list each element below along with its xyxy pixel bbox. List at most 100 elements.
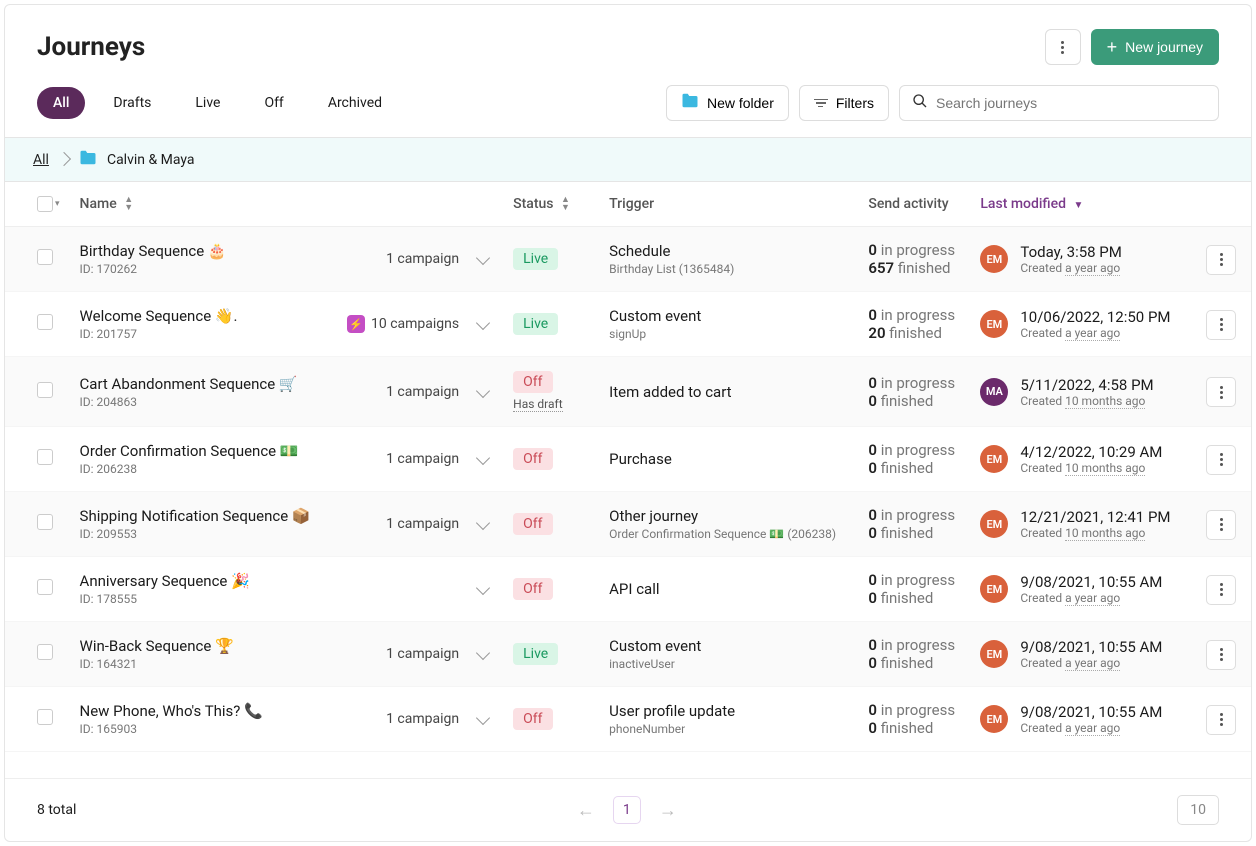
- row-checkbox[interactable]: [37, 709, 53, 725]
- chevron-down-icon[interactable]: [476, 646, 490, 660]
- status-badge: Live: [513, 313, 558, 335]
- row-menu-button[interactable]: [1206, 377, 1236, 407]
- tab-drafts[interactable]: Drafts: [97, 87, 167, 119]
- row-checkbox[interactable]: [37, 644, 53, 660]
- page-next-button[interactable]: →: [659, 800, 677, 821]
- more-vertical-icon: [1220, 713, 1223, 726]
- new-folder-button[interactable]: New folder: [666, 85, 789, 121]
- avatar: EM: [980, 445, 1008, 473]
- table-row[interactable]: Birthday Sequence 🎂 ID: 170262 1 campaig…: [5, 227, 1251, 292]
- campaign-count: 1 campaign: [386, 516, 459, 532]
- journey-id: ID: 209553: [80, 527, 324, 541]
- in-progress-count: 0: [868, 636, 877, 654]
- row-checkbox[interactable]: [37, 514, 53, 530]
- row-checkbox[interactable]: [37, 249, 53, 265]
- chevron-down-icon[interactable]: [476, 581, 490, 595]
- table-row[interactable]: Cart Abandonment Sequence 🛒 ID: 204863 1…: [5, 357, 1251, 427]
- row-checkbox[interactable]: [37, 449, 53, 465]
- search-input[interactable]: [936, 95, 1206, 111]
- more-vertical-icon: [1220, 386, 1223, 399]
- campaign-count: 1 campaign: [386, 711, 459, 727]
- trigger-detail: inactiveUser: [609, 657, 848, 671]
- filters-label: Filters: [836, 95, 874, 111]
- total-count: 8 total: [37, 802, 76, 818]
- trigger-type: Purchase: [609, 450, 848, 468]
- table-row[interactable]: Win-Back Sequence 🏆 ID: 164321 1 campaig…: [5, 622, 1251, 687]
- tab-off[interactable]: Off: [248, 87, 299, 119]
- search-container: [899, 85, 1219, 121]
- finished-count: 0: [868, 459, 877, 477]
- filter-icon: [814, 99, 828, 108]
- more-vertical-icon: [1061, 41, 1064, 54]
- finished-count: 20: [868, 324, 885, 342]
- modified-date: 10/06/2022, 12:50 PM: [1020, 308, 1170, 326]
- chevron-down-icon[interactable]: [476, 451, 490, 465]
- chevron-down-icon[interactable]: ▾: [55, 199, 60, 209]
- created-ago: 10 months ago: [1065, 526, 1145, 541]
- tab-archived[interactable]: Archived: [312, 87, 398, 119]
- journey-id: ID: 206238: [80, 462, 324, 476]
- more-vertical-icon: [1220, 453, 1223, 466]
- tab-live[interactable]: Live: [179, 87, 236, 119]
- table-row[interactable]: Order Confirmation Sequence 💵 ID: 206238…: [5, 427, 1251, 492]
- table-row[interactable]: Anniversary Sequence 🎉 ID: 178555 Off AP…: [5, 557, 1251, 622]
- row-menu-button[interactable]: [1206, 640, 1236, 670]
- journey-name: Welcome Sequence 👋.: [80, 307, 324, 325]
- row-checkbox[interactable]: [37, 314, 53, 330]
- sort-icon: ▲▼: [561, 196, 570, 212]
- avatar: EM: [980, 310, 1008, 338]
- trigger-type: Custom event: [609, 637, 848, 655]
- row-menu-button[interactable]: [1206, 245, 1236, 275]
- more-actions-button[interactable]: [1045, 29, 1081, 65]
- select-all-checkbox[interactable]: [37, 196, 53, 212]
- column-status[interactable]: Status ▲▼: [503, 182, 599, 227]
- row-checkbox[interactable]: [37, 579, 53, 595]
- page-number[interactable]: 1: [613, 796, 641, 824]
- table-row[interactable]: Welcome Sequence 👋. ID: 201757 ⚡ 10 camp…: [5, 292, 1251, 357]
- journey-name: Order Confirmation Sequence 💵: [80, 442, 324, 460]
- more-vertical-icon: [1220, 648, 1223, 661]
- campaign-count: 1 campaign: [386, 384, 459, 400]
- sort-desc-icon: ▼: [1073, 200, 1083, 211]
- journey-name: New Phone, Who's This? 📞: [80, 702, 324, 720]
- modified-date: 9/08/2021, 10:55 AM: [1020, 573, 1162, 591]
- page-prev-button[interactable]: ←: [577, 800, 595, 821]
- row-menu-button[interactable]: [1206, 705, 1236, 735]
- in-progress-count: 0: [868, 701, 877, 719]
- chevron-down-icon[interactable]: [476, 711, 490, 725]
- has-draft-link[interactable]: Has draft: [513, 397, 562, 412]
- table-row[interactable]: Shipping Notification Sequence 📦 ID: 209…: [5, 492, 1251, 557]
- campaign-count: 10 campaigns: [371, 316, 459, 332]
- new-journey-button[interactable]: + New journey: [1091, 29, 1219, 65]
- breadcrumb-root[interactable]: All: [33, 152, 49, 168]
- row-menu-button[interactable]: [1206, 310, 1236, 340]
- trigger-detail: signUp: [609, 327, 848, 341]
- page-size-select[interactable]: 10: [1177, 795, 1219, 825]
- folder-icon: [79, 150, 97, 169]
- chevron-down-icon[interactable]: [476, 516, 490, 530]
- created-ago: a year ago: [1065, 261, 1120, 276]
- journey-id: ID: 165903: [80, 722, 324, 736]
- row-menu-button[interactable]: [1206, 445, 1236, 475]
- filters-button[interactable]: Filters: [799, 85, 889, 121]
- avatar: EM: [980, 705, 1008, 733]
- chevron-down-icon[interactable]: [476, 316, 490, 330]
- created-ago: a year ago: [1065, 656, 1120, 671]
- tab-all[interactable]: All: [37, 87, 85, 119]
- column-last-modified[interactable]: Last modified ▼: [970, 182, 1191, 227]
- finished-count: 0: [868, 654, 877, 672]
- status-badge: Off: [513, 448, 552, 470]
- row-menu-button[interactable]: [1206, 575, 1236, 605]
- more-vertical-icon: [1220, 583, 1223, 596]
- avatar: EM: [980, 575, 1008, 603]
- table-row[interactable]: New Phone, Who's This? 📞 ID: 165903 1 ca…: [5, 687, 1251, 752]
- row-checkbox[interactable]: [37, 382, 53, 398]
- folder-icon: [681, 93, 699, 113]
- finished-count: 657: [868, 259, 894, 277]
- chevron-down-icon[interactable]: [476, 251, 490, 265]
- chevron-down-icon[interactable]: [476, 384, 490, 398]
- row-menu-button[interactable]: [1206, 510, 1236, 540]
- trigger-type: API call: [609, 580, 848, 598]
- created-ago: a year ago: [1065, 721, 1120, 736]
- column-name[interactable]: Name ▲▼: [70, 182, 334, 227]
